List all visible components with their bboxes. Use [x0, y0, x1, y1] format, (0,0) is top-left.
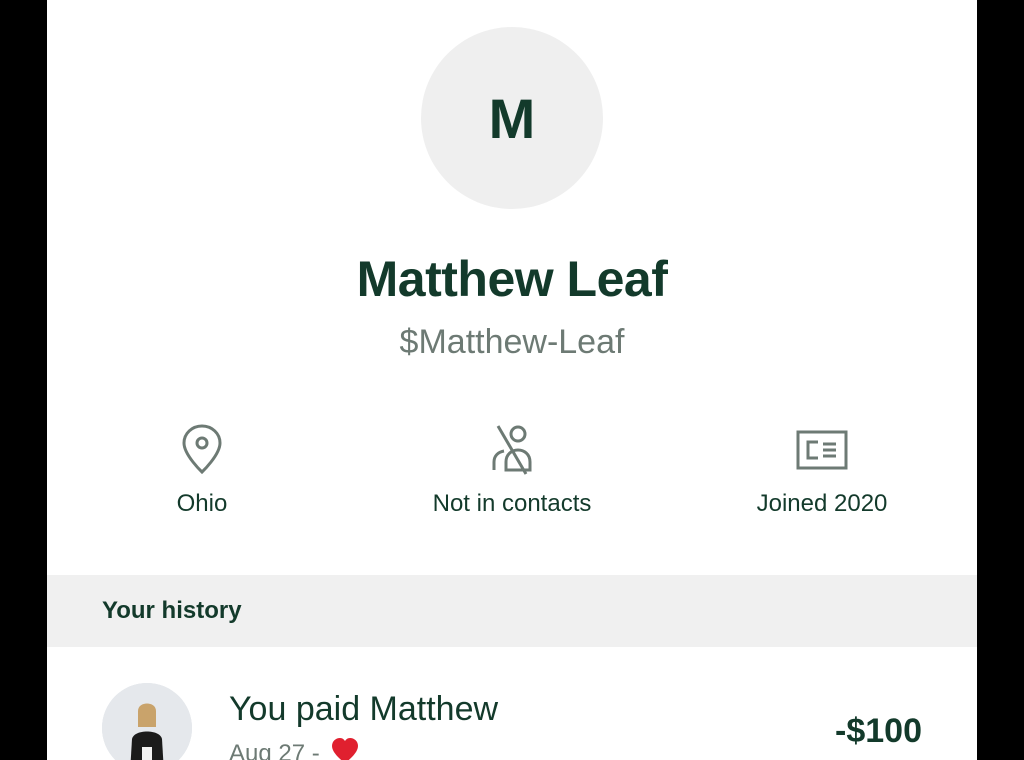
history-item-date: Aug 27 - — [229, 739, 320, 760]
heart-icon — [330, 738, 360, 760]
info-location: Ohio — [52, 420, 352, 518]
payment-avatar — [102, 683, 192, 760]
info-joined: Joined 2020 — [672, 420, 972, 518]
avatar-initial: M — [488, 86, 536, 150]
profile-name: Matthew Leaf — [356, 251, 668, 307]
history-item-subtitle: Aug 27 - — [229, 738, 360, 760]
history-item[interactable]: You paid Matthew Aug 27 - -$100 — [47, 670, 977, 760]
history-item-title: You paid Matthew — [229, 690, 499, 728]
no-contact-icon — [482, 420, 542, 480]
info-location-label: Ohio — [176, 490, 228, 517]
info-contacts-label: Not in contacts — [432, 490, 592, 517]
history-section-title: Your history — [102, 597, 242, 624]
history-section-header: Your history — [47, 575, 977, 647]
location-pin-icon — [172, 420, 232, 480]
history-item-amount: -$100 — [835, 712, 922, 750]
profile-screen: M Matthew Leaf $Matthew-Leaf Ohio Not in… — [47, 0, 977, 760]
profile-avatar: M — [421, 27, 603, 209]
id-card-icon — [792, 420, 852, 480]
info-contacts: Not in contacts — [362, 420, 662, 518]
info-joined-label: Joined 2020 — [756, 490, 888, 517]
profile-cashtag: $Matthew-Leaf — [399, 323, 625, 361]
